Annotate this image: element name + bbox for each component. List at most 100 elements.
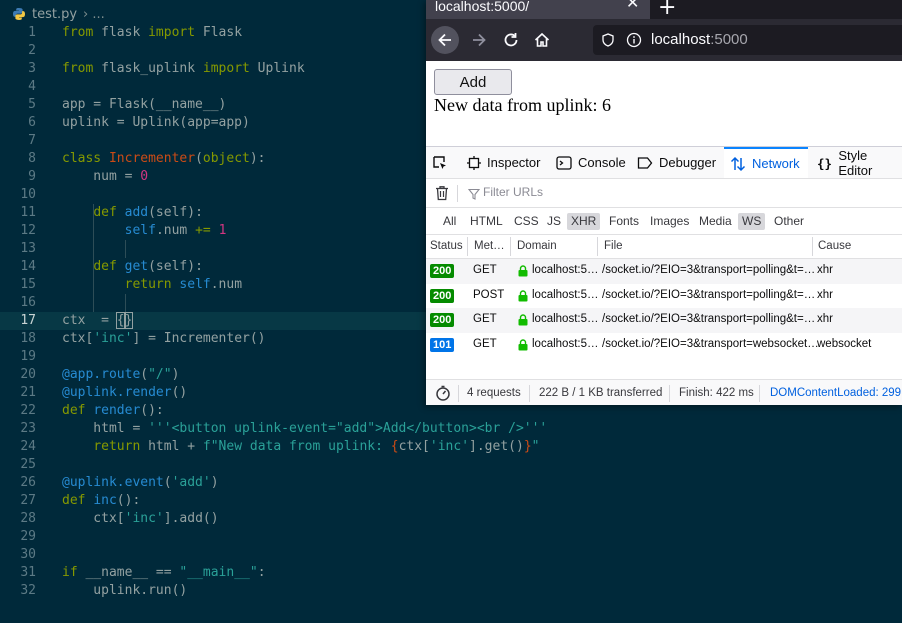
editor-tab-name: test.py	[32, 6, 78, 22]
browser-tab[interactable]: localhost:5000/ ✕	[426, 0, 650, 19]
table-row[interactable]: 200 POST localhost:5… /socket.io/?EIO=3&…	[426, 284, 902, 309]
tab-debugger[interactable]: Debugger	[637, 147, 716, 178]
status-badge: 200	[430, 313, 455, 327]
forward-button[interactable]	[467, 28, 491, 52]
status-badge: 200	[430, 288, 455, 303]
reload-button[interactable]	[499, 28, 523, 52]
column-domain[interactable]: Domain	[517, 240, 557, 252]
request-file: /socket.io/?EIO=3&transport=polling&t=…	[602, 264, 816, 276]
tab-network[interactable]: Network	[724, 147, 808, 178]
close-tab-icon[interactable]: ✕	[626, 0, 639, 12]
toolbar-divider	[457, 185, 458, 202]
column-file[interactable]: File	[604, 240, 623, 252]
column-divider[interactable]	[467, 237, 468, 256]
tab-inspector-label: Inspector	[487, 155, 541, 170]
request-method: GET	[473, 337, 497, 350]
performance-icon[interactable]	[435, 385, 451, 401]
browser-window: localhost:5000/ ✕ + localhost:5000 Add N…	[426, 0, 902, 405]
tab-debugger-label: Debugger	[659, 155, 717, 170]
filter-images[interactable]: Images	[646, 213, 693, 230]
request-method: GET	[473, 264, 497, 276]
lock-icon	[518, 338, 528, 350]
finish-time: Finish: 422 ms	[679, 387, 754, 399]
code-line: 29	[20, 529, 36, 544]
add-button[interactable]: Add	[434, 69, 512, 95]
navigation-toolbar: localhost:5000	[426, 19, 902, 61]
request-domain: localhost:5…	[532, 264, 599, 276]
trash-icon[interactable]	[435, 185, 449, 201]
status-divider	[669, 385, 670, 402]
network-icon	[730, 156, 746, 171]
code-line: 23 html = '''<button uplink-event="add">…	[20, 421, 548, 436]
code-line: 31 if __name__ == "__main__":	[20, 565, 266, 580]
info-icon[interactable]	[626, 32, 642, 48]
home-icon	[534, 32, 550, 47]
inspector-icon	[467, 155, 481, 170]
table-row[interactable]: 101 GET localhost:5… /socket.io/?EIO=3&t…	[426, 333, 902, 358]
status-divider	[529, 385, 530, 402]
status-divider	[458, 385, 459, 402]
code-line: 24 return html + f"New data from uplink:…	[20, 439, 540, 454]
filter-ws[interactable]: WS	[738, 213, 766, 230]
browser-tab-bar: localhost:5000/ ✕ +	[426, 0, 902, 20]
table-row[interactable]: 200 GET localhost:5… /socket.io/?EIO=3&t…	[426, 308, 902, 333]
transfer-size: 222 B / 1 KB transferred	[539, 387, 663, 399]
browser-tab-title: localhost:5000/	[435, 0, 530, 14]
request-file: /socket.io/?EIO=3&transport=polling&t=…	[602, 313, 816, 325]
request-file: /socket.io/?EIO=3&transport=polling&t=…	[602, 288, 816, 301]
filter-media[interactable]: Media	[695, 213, 736, 230]
filter-all[interactable]: All	[439, 213, 460, 230]
status-badge: 200	[430, 264, 455, 278]
back-button[interactable]	[431, 26, 459, 54]
element-picker-button[interactable]	[432, 147, 454, 178]
column-cause[interactable]: Cause	[818, 240, 851, 252]
filter-other[interactable]: Other	[770, 213, 808, 230]
devtools-toolbar: Inspector Console Debugger Network {} St…	[426, 147, 902, 179]
url-bar[interactable]: localhost:5000	[593, 25, 902, 55]
column-divider[interactable]	[510, 237, 511, 256]
request-cause: websocket	[817, 337, 872, 350]
tab-style-editor-label: Style Editor	[838, 147, 873, 178]
url-text: localhost:5000	[651, 31, 748, 48]
console-icon	[556, 155, 572, 170]
filter-html[interactable]: HTML	[466, 213, 507, 230]
network-request-table: Status Met… Domain File Cause 200 GET lo…	[426, 235, 902, 357]
new-tab-icon[interactable]: +	[658, 0, 676, 20]
lock-icon	[518, 265, 528, 277]
request-type-filters: All HTML CSS JS XHR Fonts Images Media W…	[426, 208, 902, 235]
column-method[interactable]: Met…	[474, 240, 505, 252]
filter-xhr[interactable]: XHR	[567, 213, 601, 230]
filter-urls-input[interactable]: Filter URLs	[483, 185, 543, 199]
tab-console-label: Console	[578, 155, 626, 170]
column-divider[interactable]	[597, 237, 598, 256]
request-method: GET	[473, 313, 497, 325]
request-rows: 200 GET localhost:5… /socket.io/?EIO=3&t…	[426, 259, 902, 357]
column-status[interactable]: Status	[430, 240, 463, 252]
request-domain: localhost:5…	[532, 288, 599, 301]
request-count: 4 requests	[467, 387, 521, 399]
network-filter-bar: Filter URLs	[426, 179, 902, 208]
home-button[interactable]	[530, 28, 554, 52]
breadcrumb-separator: › ...	[83, 6, 105, 22]
lock-icon	[518, 314, 528, 326]
tracking-protection-icon[interactable]	[601, 33, 615, 47]
style-editor-icon: {}	[817, 156, 832, 170]
arrow-left-icon	[438, 33, 451, 47]
svg-text:{}: {}	[817, 156, 832, 170]
lock-icon	[518, 289, 528, 301]
code-line: 30	[20, 547, 36, 562]
tab-inspector[interactable]: Inspector	[467, 147, 540, 178]
tab-style-editor[interactable]: {} Style Editor	[817, 147, 902, 178]
column-divider[interactable]	[812, 237, 813, 256]
request-domain: localhost:5…	[532, 337, 599, 350]
request-cause: xhr	[817, 264, 833, 276]
tab-console[interactable]: Console	[556, 147, 626, 178]
uplink-data-text: New data from uplink: 6	[434, 95, 611, 115]
table-row[interactable]: 200 GET localhost:5… /socket.io/?EIO=3&t…	[426, 259, 902, 284]
filter-fonts[interactable]: Fonts	[605, 213, 643, 230]
python-file-icon	[13, 8, 25, 20]
filter-js[interactable]: JS	[543, 213, 565, 230]
request-domain: localhost:5…	[532, 313, 599, 325]
element-picker-icon	[433, 155, 446, 169]
filter-css[interactable]: CSS	[510, 213, 543, 230]
